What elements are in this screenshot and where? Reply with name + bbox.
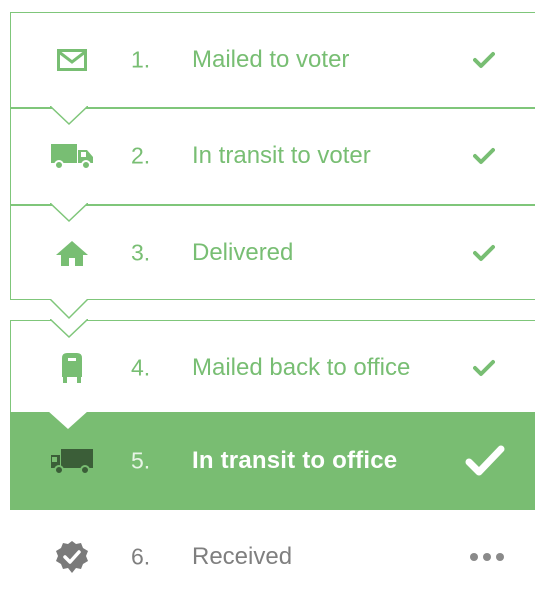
step-number: 6. [131,543,151,570]
verified-badge-icon [50,539,94,575]
step-row-2[interactable]: 2. In transit to voter [10,108,535,204]
mailbox-icon [50,350,94,386]
step-number: 4. [131,354,151,381]
step-label: Mailed back to office [192,354,411,381]
ellipsis-icon [469,545,505,569]
truck-icon [50,138,94,174]
check-icon [469,241,499,265]
step-row-5-active[interactable]: 5. In transit to office [10,412,535,510]
truck-icon [50,443,94,479]
step-number: 3. [131,239,151,265]
ballot-status-tracker: 1. Mailed to voter 2. In transit to vote… [0,0,535,604]
step-number: 5. [131,447,151,474]
step-label: Received [192,543,293,570]
check-icon [463,443,507,479]
house-icon [50,235,94,271]
step-connector-notch [50,299,88,320]
check-icon [469,48,499,72]
step-row-4[interactable]: 4. Mailed back to office [10,322,535,414]
check-icon [469,356,499,380]
step-row-3[interactable]: 3. Delivered [10,205,535,300]
step-number: 1. [131,46,151,72]
active-step-notch [48,411,88,429]
step-row-1[interactable]: 1. Mailed to voter [10,12,535,107]
step-label: In transit to office [192,447,398,474]
step-label: In transit to voter [192,142,371,169]
step-number: 2. [131,142,151,169]
envelope-icon [50,42,94,78]
check-icon [469,144,499,168]
step-label: Delivered [192,238,294,266]
step-row-6[interactable]: 6. Received [10,510,535,604]
step-label: Mailed to voter [192,45,350,73]
